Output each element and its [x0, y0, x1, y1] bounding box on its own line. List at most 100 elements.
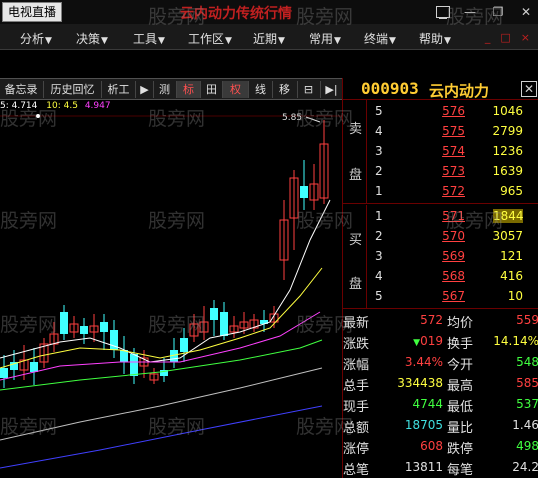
rights-button[interactable]: 权 [222, 81, 248, 98]
quote-label: 现手 [343, 400, 370, 415]
buy-row[interactable]: 4 568 416 [367, 267, 538, 287]
sell-level: 4 [375, 124, 383, 138]
buy-price: 570 [442, 229, 465, 243]
kline-chart[interactable]: 5.85 [0, 100, 342, 478]
sell-level: 2 [375, 164, 383, 178]
buy-level: 4 [375, 269, 383, 283]
buy-row[interactable]: 1 571 1844 [367, 207, 538, 227]
buy-volume: 10 [507, 289, 523, 303]
high-price-pointer [305, 116, 321, 123]
memo-button[interactable]: 备忘录 [0, 81, 42, 98]
quote-value: 498 [516, 439, 538, 453]
menu-item[interactable]: 工作区▼ [188, 30, 232, 47]
stock-name: 云内动力 [429, 82, 490, 100]
buy-row[interactable]: 5 567 10 [367, 287, 538, 307]
measure-button[interactable]: 测 [153, 81, 175, 98]
line-button[interactable]: 线 [248, 81, 272, 98]
candle-body [220, 312, 228, 336]
subwindow-controls: _ □ × [485, 31, 530, 44]
sell-orderbook: 卖 盘 5 576 1046 4 575 2799 3 574 1236 2 573 1639 1 572… [343, 100, 538, 204]
sell-price: 572 [442, 184, 465, 198]
analysis-tools-button[interactable]: 析工 [101, 81, 135, 98]
candle-body [80, 326, 88, 334]
chevron-down-icon: ▼ [389, 36, 396, 46]
sell-label-top: 卖 [349, 122, 363, 137]
menu-item[interactable]: 分析▼ [20, 30, 52, 47]
buy-row[interactable]: 3 569 121 [367, 247, 538, 267]
buy-price: 568 [442, 269, 465, 283]
buy-row[interactable]: 2 570 3057 [367, 227, 538, 247]
quote-value: 585 [516, 376, 538, 390]
restore-icon[interactable]: ❐ [490, 4, 506, 20]
sell-row[interactable]: 1 572 965 [367, 182, 538, 202]
move-button[interactable]: 移 [272, 81, 296, 98]
sell-level: 1 [375, 184, 383, 198]
sell-row[interactable]: 3 574 1236 [367, 142, 538, 162]
chevron-down-icon: ▼ [101, 36, 108, 46]
menu-item[interactable]: 工具▼ [133, 30, 165, 47]
history-recall-button[interactable]: 历史回忆 [43, 81, 101, 98]
close-icon[interactable]: × [521, 31, 530, 44]
quote-row: 总笔 13811 每笔 24.2 [343, 457, 538, 478]
quote-label: 总手 [343, 379, 370, 394]
buy-price: 567 [442, 289, 465, 303]
quote-label: 跌停 [447, 442, 474, 457]
menu-item-label: 工具 [133, 32, 158, 46]
chevron-down-icon: ▼ [225, 36, 232, 46]
candle-body [100, 322, 108, 332]
buy-volume: 1844 [493, 209, 524, 223]
quote-row: 总手 334438 最高 585 [343, 373, 538, 394]
buy-volume: 3057 [492, 229, 523, 243]
quote-label: 最低 [447, 400, 474, 415]
quote-label: 量比 [447, 421, 474, 436]
quote-row: 涨幅 3.44% 今开 548 [343, 352, 538, 373]
quote-value: 537 [516, 397, 538, 411]
quote-label: 今开 [447, 358, 474, 373]
sell-volume: 1046 [492, 104, 523, 118]
buy-level: 2 [375, 229, 383, 243]
buy-volume: 416 [500, 269, 523, 283]
candle-body [30, 362, 38, 372]
buy-orderbook: 买 盘 1 571 1844 2 570 3057 3 569 121 4 568 416 5 567 10 [343, 205, 538, 309]
minimize-icon[interactable]: _ [485, 31, 491, 44]
buy-volume: 121 [500, 249, 523, 263]
menu-item[interactable]: 常用▼ [309, 30, 341, 47]
quote-row: 最新 572 均价 559 [343, 310, 538, 331]
menu-item-label: 近期 [253, 32, 278, 46]
buy-price: 569 [442, 249, 465, 263]
sell-volume: 1639 [492, 164, 523, 178]
quote-label: 涨停 [343, 442, 370, 457]
menu-item[interactable]: 决策▼ [76, 30, 108, 47]
monitor-icon[interactable] [436, 6, 450, 19]
restore-icon[interactable]: □ [500, 31, 510, 44]
sell-price: 574 [442, 144, 465, 158]
play-icon[interactable]: ▶ [135, 81, 153, 98]
sell-row[interactable]: 2 573 1639 [367, 162, 538, 182]
candle-body [130, 354, 138, 376]
minimize-icon[interactable]: — [462, 4, 478, 20]
sell-row[interactable]: 4 575 2799 [367, 122, 538, 142]
candle-body [300, 186, 308, 198]
window-icon[interactable]: ⊟ [297, 81, 319, 98]
menu-item[interactable]: 终端▼ [364, 30, 396, 47]
panel-toggle-icon[interactable]: ▶| [320, 81, 342, 98]
quote-value: 1.46 [512, 418, 538, 432]
menu-item[interactable]: 近期▼ [253, 30, 285, 47]
quote-panel: 000903 云内动力 ✕ 卖 盘 5 576 1046 4 575 2799 3 574 12… [342, 78, 538, 478]
chevron-down-icon: ▼ [444, 36, 451, 46]
quote-value: 3.44% [404, 355, 443, 369]
chart-toolbar: 备忘录 历史回忆 析工 ▶ 测 标 田 权 线 移 ⊟ ▶| [0, 78, 342, 100]
sell-volume: 1236 [492, 144, 523, 158]
quote-value: ▼019 [377, 334, 443, 348]
sell-volume: 2799 [492, 124, 523, 138]
mark-button[interactable]: 标 [176, 81, 200, 98]
grid-icon[interactable]: 田 [200, 81, 222, 98]
sell-price: 573 [442, 164, 465, 178]
close-icon[interactable]: ✕ [521, 81, 537, 97]
menu-item-label: 帮助 [419, 32, 444, 46]
menu-item[interactable]: 帮助▼ [419, 30, 451, 47]
close-icon[interactable]: ✕ [518, 4, 534, 20]
sell-row[interactable]: 5 576 1046 [367, 102, 538, 122]
tv-live-button[interactable]: 电视直播 [2, 2, 62, 22]
chevron-down-icon: ▼ [45, 36, 52, 46]
